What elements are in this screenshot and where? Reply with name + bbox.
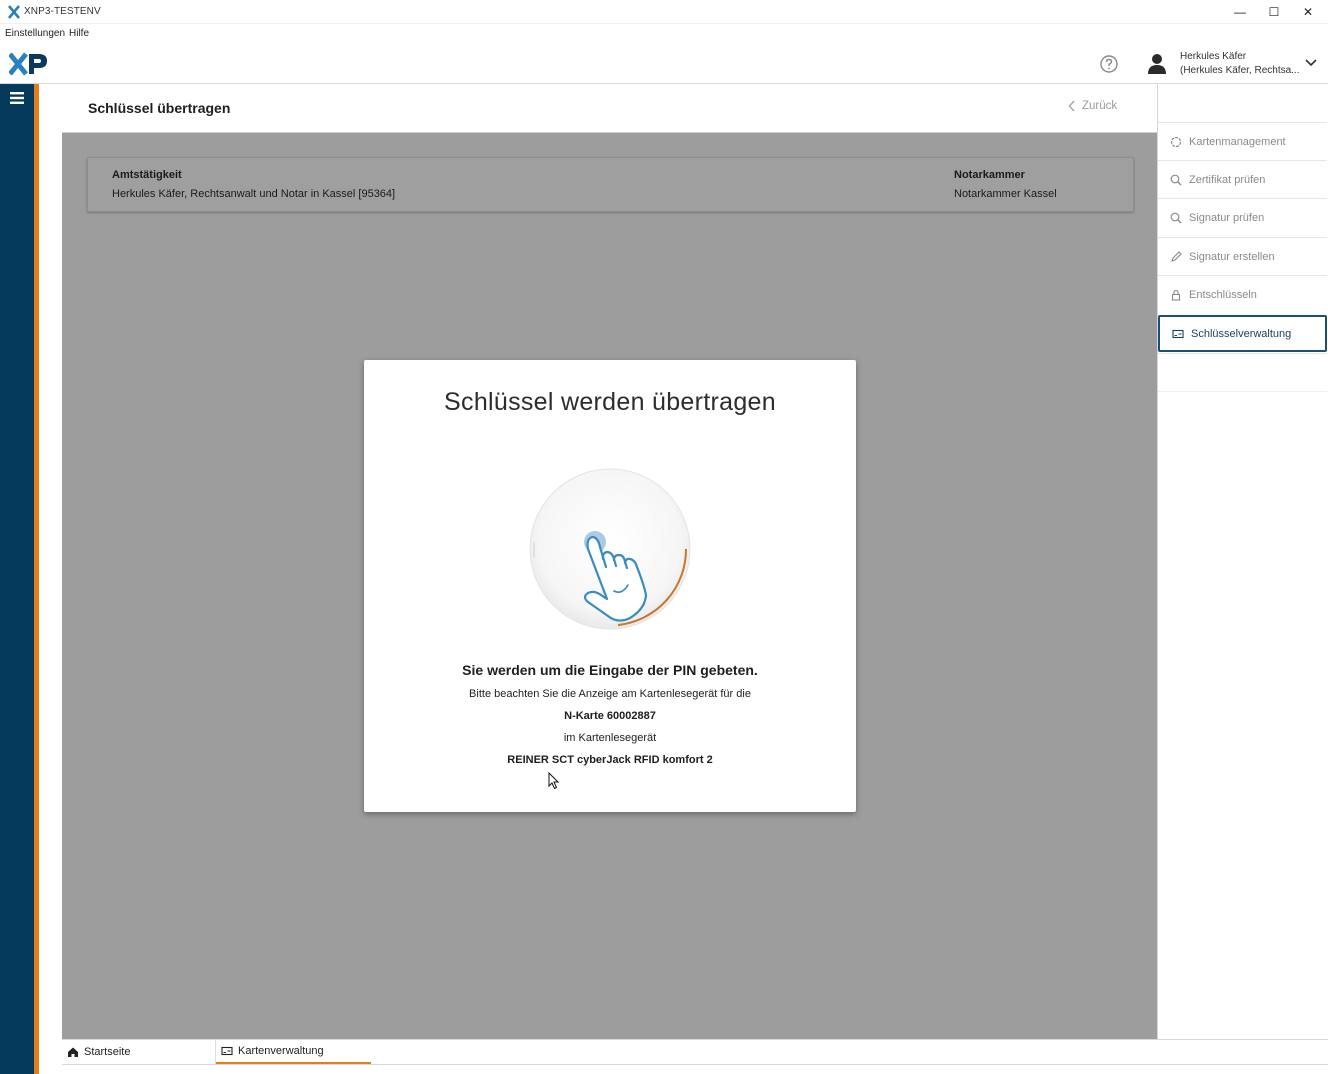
minimize-icon: —: [1234, 5, 1246, 19]
back-label: Zurück: [1082, 100, 1118, 112]
home-icon: [68, 1047, 78, 1057]
amt-label: Amtstätigkeit: [112, 169, 182, 181]
bottom-divider: [62, 1064, 1328, 1065]
app-x-icon: [8, 5, 20, 19]
sidebar-item-zertifikat[interactable]: Zertifikat prüfen: [1158, 160, 1327, 198]
sidebar-item-label: Schlüsselverwaltung: [1191, 327, 1292, 340]
dialog-title: Schlüssel werden übertragen: [444, 388, 776, 416]
dialog-heading: Sie werden um die Eingabe der PIN gebete…: [462, 662, 758, 678]
nav-rail: [0, 84, 34, 1074]
sidebar-item-label: Zertifikat prüfen: [1189, 173, 1266, 186]
pen-icon: [1171, 250, 1182, 262]
menu-bar: [0, 24, 1328, 44]
xnp-logo[interactable]: [9, 51, 49, 77]
tab-startseite[interactable]: Startseite: [62, 1040, 216, 1064]
search-icon: [1170, 212, 1182, 223]
pin-entry-hand-icon: [529, 468, 691, 630]
sidebar-item-label: Signatur erstellen: [1189, 250, 1275, 263]
hamburger-menu-icon[interactable]: [9, 91, 25, 105]
user-avatar-icon[interactable]: [1147, 53, 1167, 75]
info-card: [87, 157, 1134, 212]
circle-icon: [1170, 136, 1182, 147]
tab-label: Startseite: [84, 1046, 131, 1058]
maximize-icon: ☐: [1268, 5, 1280, 19]
close-button[interactable]: ✕: [1291, 0, 1325, 24]
sidebar-item-label: Entschlüsseln: [1189, 288, 1257, 301]
nav-rail-gap: [39, 84, 62, 1074]
user-role[interactable]: (Herkules Käfer, Rechtsa...: [1180, 65, 1300, 76]
dialog-instruction: Bitte beachten Sie die Anzeige am Karten…: [469, 688, 751, 700]
kammer-label: Notarkammer: [954, 169, 1025, 181]
amt-value: Herkules Käfer, Rechtsanwalt und Notar i…: [112, 188, 396, 200]
tab-kartenverwaltung[interactable]: Kartenverwaltung: [216, 1040, 371, 1064]
app-header: [0, 44, 1328, 84]
key-card-icon: [221, 1046, 233, 1056]
minimize-button[interactable]: —: [1223, 0, 1257, 24]
back-button[interactable]: Zurück: [1068, 100, 1117, 112]
window-title: XNP3-TESTENV: [24, 6, 101, 17]
sidebar-item-signatur-erstellen[interactable]: Signatur erstellen: [1158, 237, 1327, 275]
search-icon: [1170, 174, 1182, 185]
page-title: Schlüssel übertragen: [88, 100, 231, 116]
card-number: N-Karte 60002887: [564, 710, 656, 722]
tab-label: Kartenverwaltung: [238, 1045, 324, 1057]
key-card-icon: [1172, 329, 1184, 338]
chevron-left-icon: [1068, 100, 1075, 112]
sidebar-item-entschluesseln[interactable]: Entschlüsseln: [1158, 275, 1327, 313]
mouse-cursor-icon: [548, 772, 560, 790]
sidebar-item-schluesselverwaltung[interactable]: Schlüsselverwaltung: [1158, 315, 1327, 352]
card-reader-name: REINER SCT cyberJack RFID komfort 2: [507, 754, 713, 766]
menu-hilfe[interactable]: Hilfe: [69, 28, 89, 39]
sidebar-item-label: Kartenmanagement: [1189, 135, 1286, 148]
dialog-reader-label: im Kartenlesegerät: [563, 732, 657, 744]
title-bar: [0, 0, 1328, 24]
sidebar-item-label: Signatur prüfen: [1189, 211, 1265, 224]
help-icon[interactable]: [1099, 54, 1119, 74]
maximize-button[interactable]: ☐: [1257, 0, 1291, 24]
menu-einstellungen[interactable]: Einstellungen: [5, 28, 65, 39]
chevron-down-icon[interactable]: [1304, 57, 1318, 69]
sidebar-item-signatur-pruefen[interactable]: Signatur prüfen: [1158, 198, 1327, 236]
lock-icon: [1171, 289, 1181, 301]
close-icon: ✕: [1302, 5, 1314, 19]
user-name[interactable]: Herkules Käfer: [1180, 51, 1246, 62]
sidebar-divider: [1158, 353, 1327, 354]
kammer-value: Notarkammer Kassel: [954, 188, 1057, 200]
sidebar-item-kartenmanagement[interactable]: Kartenmanagement: [1158, 122, 1327, 160]
sidebar-divider: [1158, 391, 1327, 392]
